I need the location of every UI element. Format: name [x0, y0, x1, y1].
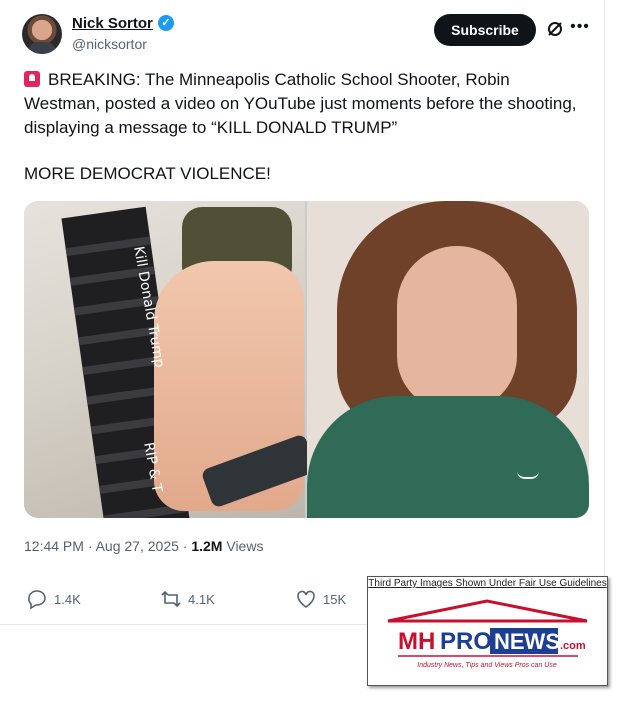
- logo-pro: PRO: [440, 628, 492, 655]
- media-image-right[interactable]: [307, 201, 589, 518]
- grok-icon[interactable]: [545, 19, 565, 39]
- repost-count: 4.1K: [188, 591, 215, 607]
- reply-count: 1.4K: [54, 591, 81, 607]
- more-icon[interactable]: •••: [570, 17, 590, 37]
- reply-button[interactable]: 1.4K: [26, 588, 81, 610]
- logo-news: NEWS: [494, 629, 560, 654]
- repost-icon: [161, 590, 181, 608]
- author-handle[interactable]: @nicksortor: [72, 36, 147, 52]
- author-name[interactable]: Nick Sortor: [72, 15, 153, 32]
- tweet-meta: 12:44 PM · Aug 27, 2025 · 1.2M Views: [24, 538, 263, 554]
- like-icon: [297, 590, 315, 608]
- tweet-timestamp[interactable]: 12:44 PM · Aug 27, 2025 ·: [24, 538, 191, 554]
- tweet-text: BREAKING: The Minneapolis Catholic Schoo…: [24, 68, 584, 140]
- tweet-text-line1: BREAKING: The Minneapolis Catholic Schoo…: [24, 70, 577, 137]
- tweet-media[interactable]: Kill Donald Trump RIP & T: [24, 201, 589, 518]
- views-label: Views: [222, 538, 264, 554]
- like-count: 15K: [323, 591, 347, 607]
- watermark-caption: Third Party Images Shown Under Fair Use …: [368, 578, 607, 589]
- author-avatar[interactable]: [22, 14, 62, 54]
- tweet-text-line2: MORE DEMOCRAT VIOLENCE!: [24, 164, 271, 183]
- logo-mh: MH: [398, 628, 435, 655]
- media-image-left[interactable]: Kill Donald Trump RIP & T: [24, 201, 318, 518]
- tweet-card[interactable]: Nick Sortor ✓ @nicksortor Subscribe ••• …: [0, 0, 605, 625]
- subscribe-button[interactable]: Subscribe: [434, 14, 536, 46]
- verified-badge-icon: ✓: [158, 15, 174, 31]
- mhpronews-logo: MH PRO NEWS .com Industry News, Tips and…: [387, 599, 588, 669]
- logo-com: .com: [560, 640, 586, 652]
- reply-icon: [28, 590, 46, 610]
- views-count: 1.2M: [191, 538, 223, 554]
- mhpronews-watermark: Third Party Images Shown Under Fair Use …: [367, 576, 608, 686]
- logo-tagline: Industry News, Tips and Views Pros can U…: [417, 662, 557, 669]
- like-button[interactable]: 15K: [295, 588, 346, 610]
- repost-button[interactable]: 4.1K: [160, 588, 215, 610]
- siren-emoji-icon: [24, 71, 40, 87]
